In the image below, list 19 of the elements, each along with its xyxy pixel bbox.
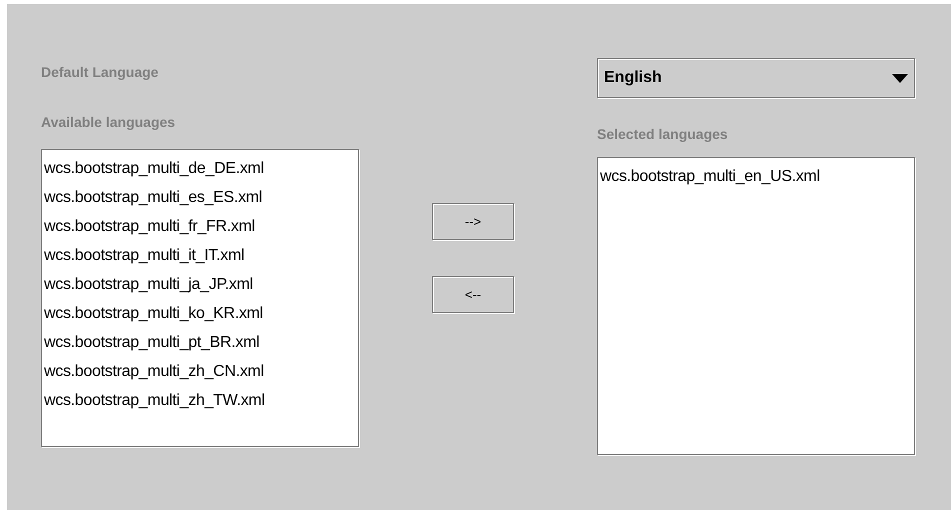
list-item[interactable]: wcs.bootstrap_multi_pt_BR.xml xyxy=(42,328,358,357)
available-languages-label: Available languages xyxy=(41,113,176,131)
language-list[interactable]: wcs.bootstrap_multi_en_US.xml xyxy=(597,157,915,455)
default-language-label: Default Language xyxy=(41,63,160,81)
move-button[interactable]: <-- xyxy=(432,276,514,313)
dropdown-arrow-icon xyxy=(892,74,908,82)
language-list[interactable] xyxy=(41,149,359,447)
list-item[interactable]: wcs.bootstrap_multi_zh_TW.xml xyxy=(42,386,358,415)
list-item[interactable]: wcs.bootstrap_multi_fr_FR.xml xyxy=(42,212,358,241)
selected-languages-label: Selected languages xyxy=(597,125,729,143)
move-button[interactable]: --> xyxy=(432,203,514,240)
list-item[interactable]: wcs.bootstrap_multi_zh_CN.xml xyxy=(42,357,358,386)
list-item[interactable]: wcs.bootstrap_multi_en_US.xml xyxy=(598,162,914,191)
list-item[interactable]: wcs.bootstrap_multi_ko_KR.xml xyxy=(42,299,358,328)
list-item[interactable]: wcs.bootstrap_multi_it_IT.xml xyxy=(42,241,358,270)
list-item[interactable]: wcs.bootstrap_multi_es_ES.xml xyxy=(42,183,358,212)
list-item[interactable]: wcs.bootstrap_multi_de_DE.xml xyxy=(42,154,358,183)
language-dropdown[interactable]: English xyxy=(597,58,915,98)
list-item[interactable]: wcs.bootstrap_multi_ja_JP.xml xyxy=(42,270,358,299)
